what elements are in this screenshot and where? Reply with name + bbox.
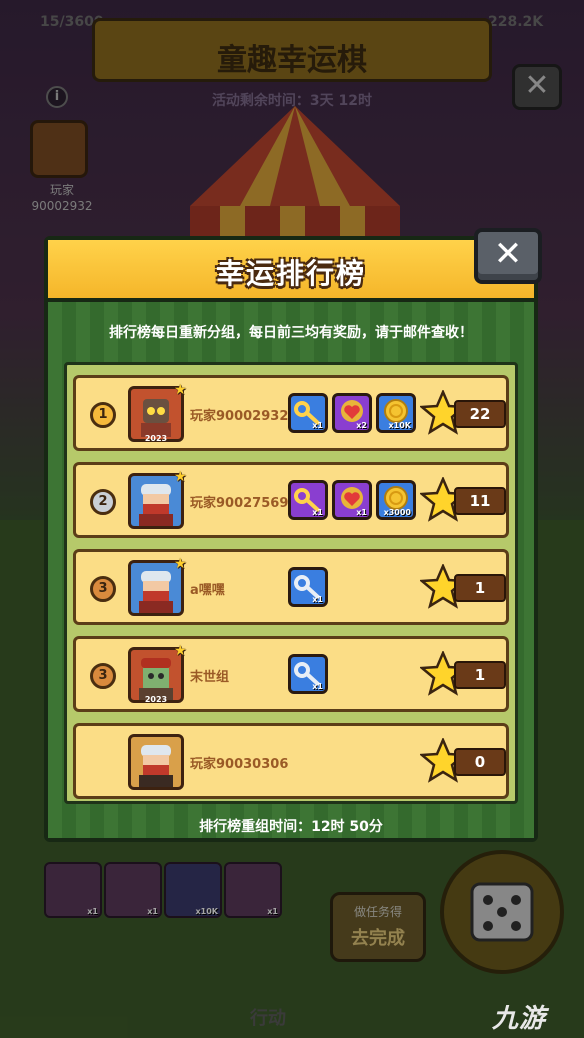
rank-badge: 3	[90, 576, 116, 602]
score-value: 11	[454, 487, 506, 515]
reward-key[interactable]: x1	[288, 480, 328, 520]
rank-badge: 1	[90, 402, 116, 428]
reward-key[interactable]: x1	[288, 393, 328, 433]
modal-header: 幸运排行榜	[48, 240, 534, 302]
star-icon: ★	[174, 382, 187, 398]
score-value: 0	[454, 748, 506, 776]
reward-coin[interactable]: x3000	[376, 480, 416, 520]
rank-badge: 2	[90, 489, 116, 515]
leaderboard-row: 2 ★ 玩家90027569 x1 x1 x3000 11	[73, 462, 509, 538]
masked-hero-avatar-icon	[139, 745, 173, 787]
modal-notice: 排行榜每日重新分组，每日前三均有奖励，请于邮件查收！	[109, 325, 473, 341]
avatar[interactable]	[128, 734, 184, 790]
avatar-year-tag: 2023	[144, 695, 168, 704]
rank-badge: 3	[90, 663, 116, 689]
watermark-logo: 九游	[492, 998, 546, 1035]
player-name: a嘿嘿	[190, 583, 225, 598]
regroup-time: 排行榜重组时间：12时 50分	[199, 819, 383, 835]
score-value: 1	[454, 661, 506, 689]
star-icon: ★	[174, 643, 187, 659]
leaderboard-modal: 幸运排行榜 排行榜每日重新分组，每日前三均有奖励，请于邮件查收！ 1 ★ 202…	[44, 236, 538, 842]
close-button[interactable]: ✕	[474, 228, 542, 284]
avatar-year-tag: 2023	[144, 434, 168, 443]
player-name: 玩家90002932	[190, 409, 289, 424]
star-icon: ★	[174, 556, 187, 572]
score-value: 1	[454, 574, 506, 602]
reward-heart[interactable]: x2	[332, 393, 372, 433]
reward-coin[interactable]: x10K	[376, 393, 416, 433]
modal-title: 幸运排行榜	[215, 257, 366, 290]
leaderboard-list[interactable]: 1 ★ 2023 玩家90002932 x1 x2 x10K 22 2 ★ 玩家…	[64, 362, 518, 804]
star-icon: ★	[174, 469, 187, 485]
leaderboard-row: 1 ★ 2023 玩家90002932 x1 x2 x10K 22	[73, 375, 509, 451]
player-name: 玩家90030306	[190, 757, 289, 772]
leaderboard-row: 3 ★ 2023 末世组 x1 1	[73, 636, 509, 712]
reward-key[interactable]: x1	[288, 654, 328, 694]
reward-key[interactable]: x1	[288, 567, 328, 607]
reward-heart[interactable]: x1	[332, 480, 372, 520]
player-name: 末世组	[190, 670, 230, 685]
watermark-text: 九游	[492, 1004, 547, 1034]
score-value: 22	[454, 400, 506, 428]
leaderboard-row: 3 ★ a嘿嘿 x1 1	[73, 549, 509, 625]
leaderboard-row: 玩家90030306 0	[73, 723, 509, 799]
close-icon: ✕	[493, 234, 523, 274]
player-name: 玩家90027569	[190, 496, 289, 511]
